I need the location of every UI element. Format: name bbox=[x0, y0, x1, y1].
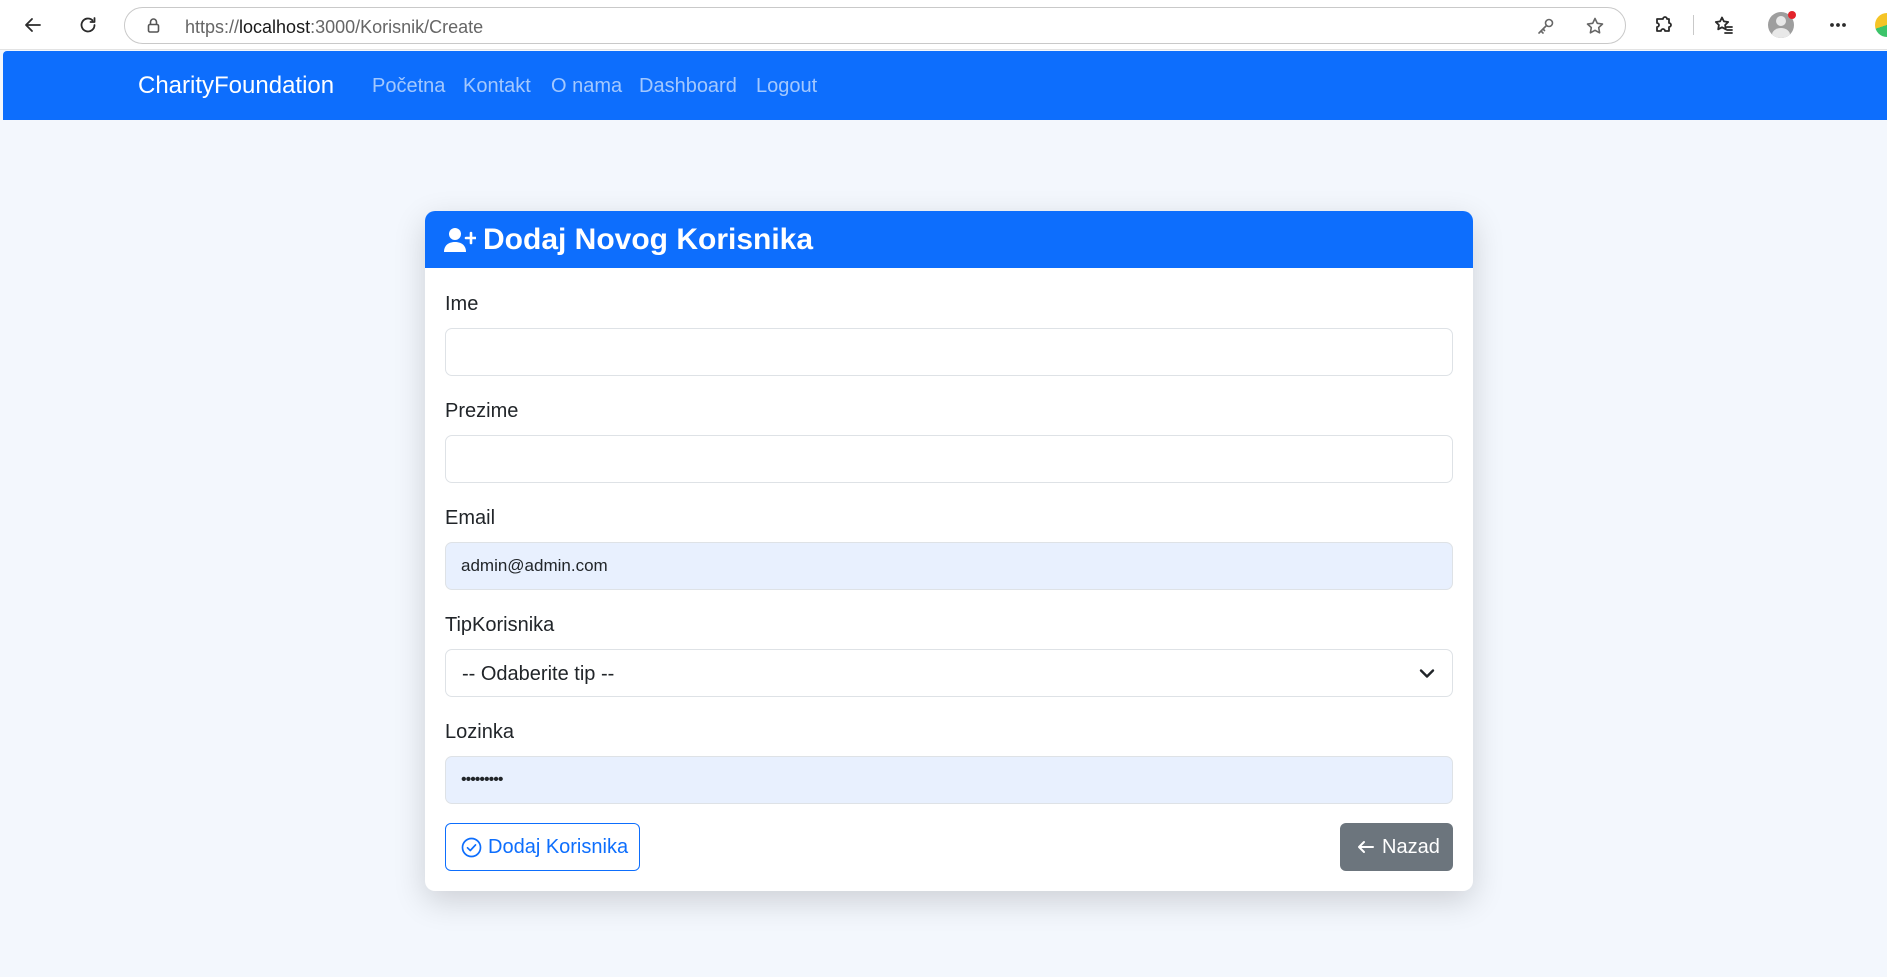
back-button[interactable]: Nazad bbox=[1340, 823, 1453, 871]
chevron-down-icon bbox=[1418, 664, 1436, 682]
arrow-left-icon bbox=[1358, 841, 1374, 853]
add-user-button[interactable]: Dodaj Korisnika bbox=[445, 823, 640, 871]
extensions-icon[interactable] bbox=[1648, 10, 1678, 40]
tip-korisnika-value: -- Odaberite tip -- bbox=[462, 663, 615, 685]
address-bar[interactable]: https://localhost:3000/Korisnik/Create bbox=[124, 7, 1626, 44]
copilot-icon[interactable] bbox=[1875, 13, 1887, 37]
lozinka-label: Lozinka bbox=[445, 721, 514, 743]
url-text[interactable]: https://localhost:3000/Korisnik/Create bbox=[185, 17, 483, 38]
back-button-label: Nazad bbox=[1382, 835, 1440, 858]
more-icon[interactable] bbox=[1823, 10, 1853, 40]
nav-link-dashboard[interactable]: Dashboard bbox=[639, 75, 737, 98]
check-circle-icon bbox=[461, 837, 482, 857]
card-title: Dodaj Novog Korisnika bbox=[483, 223, 814, 256]
lock-icon[interactable] bbox=[145, 17, 162, 39]
nav-link-logout[interactable]: Logout bbox=[756, 75, 817, 98]
url-host: localhost bbox=[239, 17, 311, 37]
url-path: :3000/Korisnik/Create bbox=[310, 17, 484, 37]
refresh-icon[interactable] bbox=[73, 10, 103, 40]
url-prefix: https:// bbox=[185, 17, 240, 37]
nav-link-o-nama[interactable]: O nama bbox=[551, 75, 622, 98]
brand-link[interactable]: CharityFoundation bbox=[138, 72, 334, 100]
prezime-input[interactable] bbox=[445, 435, 1453, 483]
back-icon[interactable] bbox=[18, 10, 48, 40]
user-plus-icon bbox=[444, 227, 478, 253]
star-icon[interactable] bbox=[1585, 16, 1605, 36]
browser-toolbar: https://localhost:3000/Korisnik/Create bbox=[0, 0, 1887, 50]
key-icon[interactable] bbox=[1536, 16, 1556, 36]
add-user-button-label: Dodaj Korisnika bbox=[488, 835, 629, 858]
card-header: Dodaj Novog Korisnika bbox=[425, 211, 1473, 268]
nav-link-pocetna[interactable]: Početna bbox=[372, 75, 445, 98]
prezime-label: Prezime bbox=[445, 400, 519, 422]
tip-korisnika-select[interactable]: -- Odaberite tip -- bbox=[445, 649, 1453, 697]
toolbar-separator bbox=[1693, 15, 1694, 35]
create-user-card: Dodaj Novog Korisnika Ime Prezime Email … bbox=[425, 211, 1473, 891]
ime-input[interactable] bbox=[445, 328, 1453, 376]
favorites-icon[interactable] bbox=[1709, 10, 1739, 40]
site-navbar: CharityFoundation Početna Kontakt O nama… bbox=[3, 51, 1887, 120]
tip-korisnika-label: TipKorisnika bbox=[445, 614, 555, 636]
notification-dot bbox=[1788, 11, 1796, 19]
email-label: Email bbox=[445, 507, 496, 529]
lozinka-input[interactable] bbox=[445, 756, 1453, 804]
email-input[interactable] bbox=[445, 542, 1453, 590]
nav-link-kontakt[interactable]: Kontakt bbox=[463, 75, 531, 98]
ime-label: Ime bbox=[445, 293, 479, 315]
